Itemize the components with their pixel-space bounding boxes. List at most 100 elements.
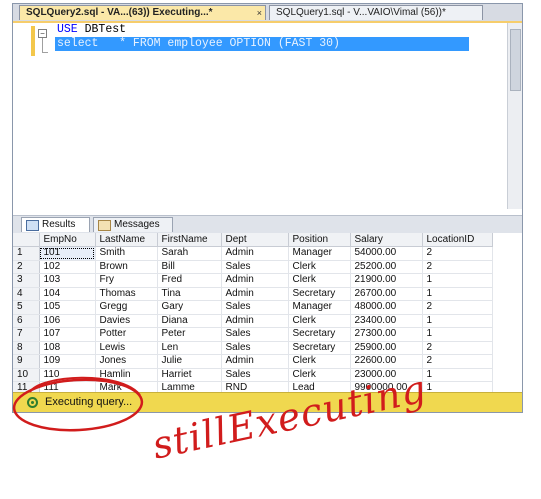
tab-messages[interactable]: Messages xyxy=(93,217,173,232)
grid-cell[interactable]: 26700.00 xyxy=(350,287,423,301)
table-row[interactable]: 3 103 Fry Fred Admin Clerk 21900.00 1 xyxy=(13,273,493,288)
column-header[interactable]: LocationID xyxy=(422,233,493,247)
tab-results[interactable]: Results xyxy=(21,217,90,232)
grid-cell[interactable]: Gary xyxy=(157,300,222,315)
grid-cell[interactable]: Jones xyxy=(95,354,158,369)
grid-cell[interactable]: Sales xyxy=(221,368,289,382)
tab-sqlquery2[interactable]: SQLQuery2.sql - VA...(63)) Executing...*… xyxy=(19,5,266,20)
grid-cell[interactable]: Admin xyxy=(221,287,289,301)
grid-cell[interactable]: 1 xyxy=(422,327,493,342)
grid-cell[interactable]: 1 xyxy=(422,287,493,301)
table-row[interactable]: 4 104 Thomas Tina Admin Secretary 26700.00 1 xyxy=(13,287,493,301)
grid-cell[interactable]: 21900.00 xyxy=(350,273,423,288)
close-icon[interactable]: × xyxy=(257,6,262,20)
grid-cell[interactable]: 2 xyxy=(422,354,493,369)
grid-cell[interactable]: Secretary xyxy=(288,341,351,355)
grid-cell[interactable]: 105 xyxy=(39,300,96,315)
grid-cell[interactable]: 48000.00 xyxy=(350,300,423,315)
grid-cell[interactable]: Admin xyxy=(221,314,289,328)
grid-cell[interactable]: Clerk xyxy=(288,314,351,328)
scrollbar-thumb[interactable] xyxy=(510,29,521,91)
grid-cell[interactable]: Gregg xyxy=(95,300,158,315)
grid-cell[interactable]: 2 xyxy=(422,246,493,261)
grid-cell[interactable]: Thomas xyxy=(95,287,158,301)
grid-cell[interactable]: Len xyxy=(157,341,222,355)
editor-vertical-scrollbar[interactable] xyxy=(507,23,522,209)
column-header[interactable]: Dept xyxy=(221,233,289,247)
grid-cell[interactable]: Fred xyxy=(157,273,222,288)
grid-cell[interactable]: Tina xyxy=(157,287,222,301)
column-header[interactable]: Position xyxy=(288,233,351,247)
grid-cell[interactable]: 54000.00 xyxy=(350,246,423,261)
corner-cell[interactable] xyxy=(13,233,40,247)
grid-cell[interactable]: 2 xyxy=(422,300,493,315)
grid-cell[interactable]: 103 xyxy=(39,273,96,288)
table-row[interactable]: 7 107 Potter Peter Sales Secretary 27300.00 1 xyxy=(13,327,493,342)
grid-cell[interactable]: Harriet xyxy=(157,368,222,382)
grid-cell[interactable]: 107 xyxy=(39,327,96,342)
grid-cell[interactable]: 102 xyxy=(39,260,96,274)
grid-cell[interactable]: Secretary xyxy=(288,327,351,342)
grid-cell[interactable]: Mark xyxy=(95,381,158,392)
grid-cell[interactable]: 1 xyxy=(422,368,493,382)
grid-cell[interactable]: 106 xyxy=(39,314,96,328)
grid-cell[interactable]: 1 xyxy=(422,381,493,392)
column-header[interactable]: FirstName xyxy=(157,233,222,247)
row-number-cell[interactable]: 4 xyxy=(13,287,40,301)
row-number-cell[interactable]: 9 xyxy=(13,354,40,369)
grid-cell[interactable]: Clerk xyxy=(288,368,351,382)
grid-cell[interactable]: 109 xyxy=(39,354,96,369)
grid-cell[interactable]: Bill xyxy=(157,260,222,274)
row-number-cell[interactable]: 11 xyxy=(13,381,40,392)
column-header[interactable]: EmpNo xyxy=(39,233,96,247)
tab-sqlquery1[interactable]: SQLQuery1.sql - V...VAIO\Vimal (56))* xyxy=(269,5,483,20)
grid-cell[interactable]: Sarah xyxy=(157,246,222,261)
table-row[interactable]: 8 108 Lewis Len Sales Secretary 25900.00 2 xyxy=(13,341,493,355)
grid-cell[interactable]: 1 xyxy=(422,314,493,328)
grid-cell[interactable]: Lamme xyxy=(157,381,222,392)
grid-cell[interactable]: Manager xyxy=(288,246,351,261)
grid-cell[interactable]: Davies xyxy=(95,314,158,328)
grid-cell[interactable]: Hamlin xyxy=(95,368,158,382)
grid-cell[interactable]: 2 xyxy=(422,341,493,355)
grid-cell[interactable]: Clerk xyxy=(288,354,351,369)
grid-cell[interactable]: Diana xyxy=(157,314,222,328)
table-row[interactable]: 1 101 Smith Sarah Admin Manager 54000.00 2 xyxy=(13,246,493,261)
grid-cell[interactable]: 108 xyxy=(39,341,96,355)
grid-cell[interactable]: 2 xyxy=(422,260,493,274)
grid-cell[interactable]: 22600.00 xyxy=(350,354,423,369)
row-number-cell[interactable]: 8 xyxy=(13,341,40,355)
row-number-cell[interactable]: 3 xyxy=(13,273,40,288)
column-header[interactable]: Salary xyxy=(350,233,423,247)
row-number-cell[interactable]: 2 xyxy=(13,260,40,274)
row-number-cell[interactable]: 6 xyxy=(13,314,40,328)
grid-cell[interactable]: Smith xyxy=(95,246,158,261)
grid-cell[interactable]: 101 xyxy=(39,246,96,261)
grid-cell[interactable]: Brown xyxy=(95,260,158,274)
grid-cell[interactable]: Sales xyxy=(221,327,289,342)
grid-cell[interactable]: Admin xyxy=(221,273,289,288)
results-grid[interactable]: EmpNo LastName FirstName Dept Position Salary… xyxy=(13,233,522,392)
row-number-cell[interactable]: 5 xyxy=(13,300,40,315)
grid-cell[interactable]: Clerk xyxy=(288,273,351,288)
grid-cell[interactable]: 25900.00 xyxy=(350,341,423,355)
grid-cell[interactable]: 27300.00 xyxy=(350,327,423,342)
grid-cell[interactable]: Secretary xyxy=(288,287,351,301)
column-header[interactable]: LastName xyxy=(95,233,158,247)
grid-cell[interactable]: 23400.00 xyxy=(350,314,423,328)
grid-cell[interactable]: Fry xyxy=(95,273,158,288)
table-row[interactable]: 2 102 Brown Bill Sales Clerk 25200.00 2 xyxy=(13,260,493,274)
row-number-cell[interactable]: 7 xyxy=(13,327,40,342)
grid-cell[interactable]: Admin xyxy=(221,354,289,369)
query-editor[interactable]: − USE DBTest select * FROM employee OPTI… xyxy=(13,23,522,209)
grid-cell[interactable]: Sales xyxy=(221,341,289,355)
grid-cell[interactable]: Manager xyxy=(288,300,351,315)
row-number-cell[interactable]: 1 xyxy=(13,246,40,261)
grid-cell[interactable]: 25200.00 xyxy=(350,260,423,274)
grid-cell[interactable]: Julie xyxy=(157,354,222,369)
table-row[interactable]: 6 106 Davies Diana Admin Clerk 23400.00 1 xyxy=(13,314,493,328)
grid-cell[interactable]: Sales xyxy=(221,300,289,315)
table-row[interactable]: 5 105 Gregg Gary Sales Manager 48000.00 2 xyxy=(13,300,493,315)
grid-cell[interactable]: Clerk xyxy=(288,260,351,274)
grid-cell[interactable]: Sales xyxy=(221,260,289,274)
